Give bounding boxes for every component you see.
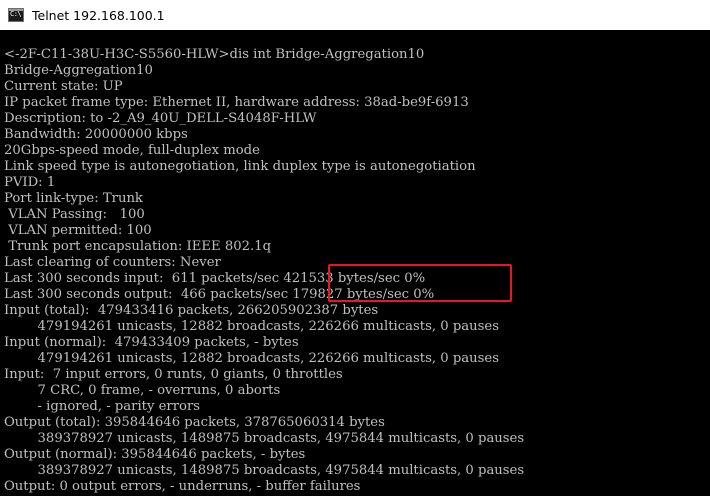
terminal-line: Bandwidth: 20000000 kbps — [4, 127, 188, 142]
terminal-line: Input: 7 input errors, 0 runts, 0 giants… — [4, 367, 343, 382]
terminal-line: - ignored, - parity errors — [4, 399, 201, 414]
terminal-line: 389378927 unicasts, 1489875 broadcasts, … — [4, 463, 525, 478]
console-icon: C:\ — [8, 8, 24, 22]
terminal-line: Last 300 seconds output: 466 packets/sec… — [4, 287, 435, 302]
terminal-line: Last 300 seconds input: 611 packets/sec … — [4, 271, 426, 286]
terminal-line: Input (total): 479433416 packets, 266205… — [4, 303, 379, 318]
terminal-line: VLAN permitted: 100 — [4, 223, 152, 238]
title-bar[interactable]: C:\ Telnet 192.168.100.1 — [0, 0, 710, 30]
terminal-line: <-2F-C11-38U-H3C-S5560-HLW>dis int Bridg… — [4, 47, 425, 62]
telnet-window: C:\ Telnet 192.168.100.1 <-2F-C11-38U-H3… — [0, 0, 710, 496]
terminal-line: VLAN Passing: 100 — [4, 207, 145, 222]
terminal-line: Bridge-Aggregation10 — [4, 63, 153, 78]
terminal-line: Input (normal): 479433409 packets, - byt… — [4, 335, 299, 350]
terminal-output[interactable]: <-2F-C11-38U-H3C-S5560-HLW>dis int Bridg… — [4, 47, 706, 496]
terminal-line: Port link-type: Trunk — [4, 191, 143, 206]
terminal-line: 7 CRC, 0 frame, - overruns, 0 aborts — [4, 383, 281, 398]
terminal-line: Output (normal): 395844646 packets, - by… — [4, 447, 306, 462]
terminal-line: 479194261 unicasts, 12882 broadcasts, 22… — [4, 351, 499, 366]
terminal-line: Trunk port encapsulation: IEEE 802.1q — [4, 239, 272, 254]
terminal-line: IP packet frame type: Ethernet II, hardw… — [4, 95, 469, 110]
terminal-line: PVID: 1 — [4, 175, 56, 190]
terminal-line: 389378927 unicasts, 1489875 broadcasts, … — [4, 431, 525, 446]
terminal-line: Output: 0 output errors, - underruns, - … — [4, 479, 361, 494]
terminal-line: Current state: UP — [4, 79, 123, 94]
terminal-line: Output (total): 395844646 packets, 37876… — [4, 415, 385, 430]
terminal-line: Description: to -2_A9_40U_DELL-S4048F-HL… — [4, 111, 317, 126]
terminal-line: Last clearing of counters: Never — [4, 255, 221, 270]
terminal-line: Link speed type is autonegotiation, link… — [4, 159, 476, 174]
terminal-line: 479194261 unicasts, 12882 broadcasts, 22… — [4, 319, 499, 334]
terminal-line: 20Gbps-speed mode, full-duplex mode — [4, 143, 260, 158]
window-title: Telnet 192.168.100.1 — [32, 7, 165, 23]
